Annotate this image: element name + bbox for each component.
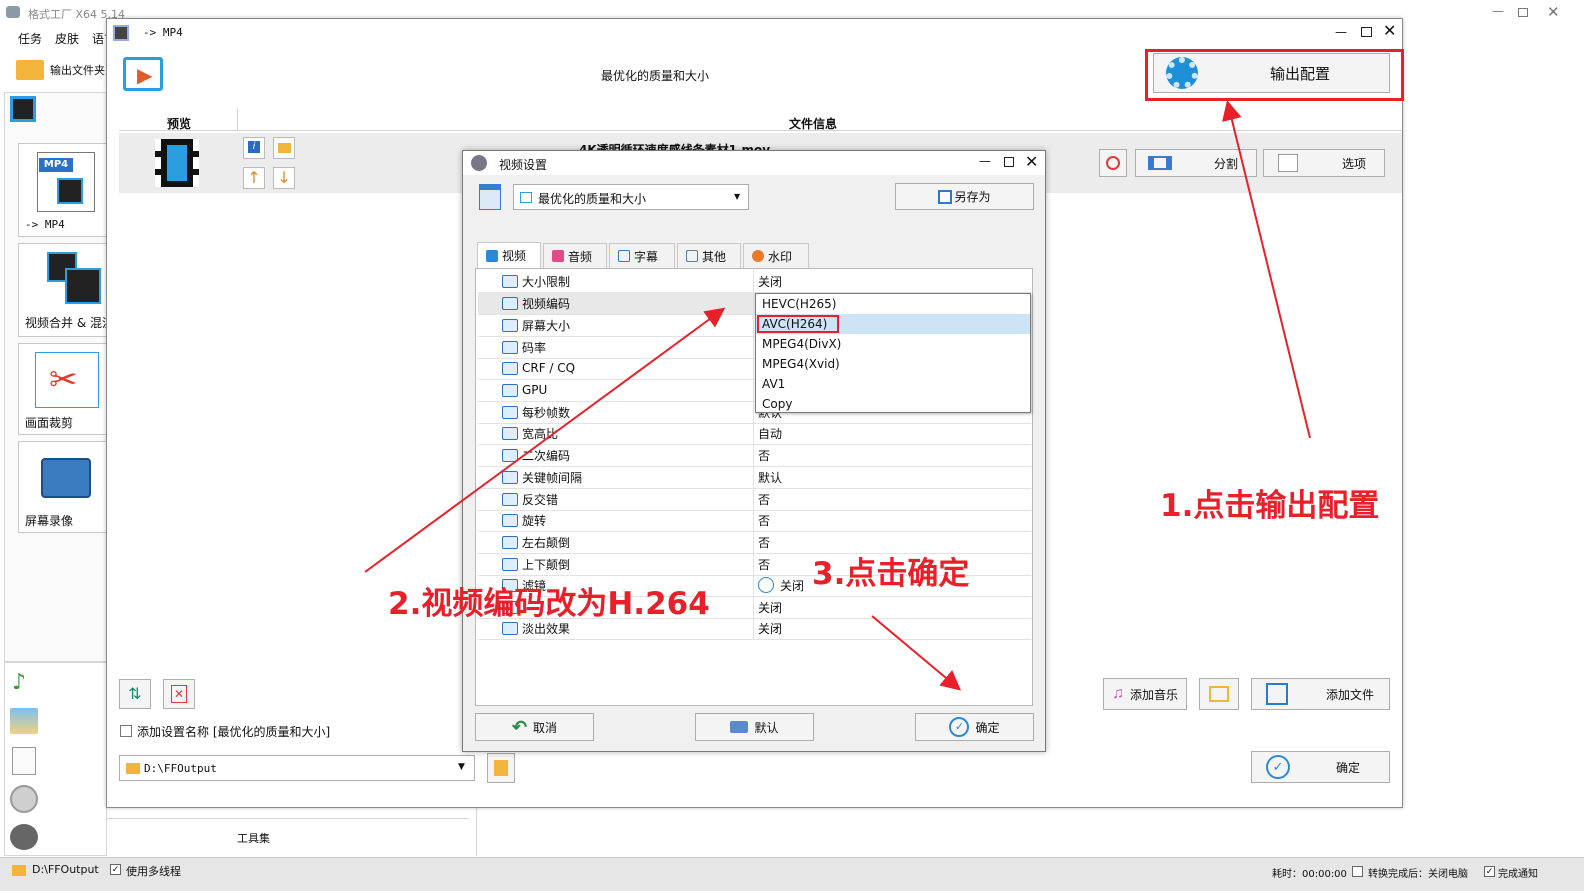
arrow-to-ok-button [871,615,962,691]
annotation-step3: 3.点击确定 [812,556,970,592]
arrow-to-output-config [1222,100,1311,439]
annotation-step2: 2.视频编码改为H.264 [388,586,710,622]
annotation-arrows [364,100,1311,691]
arrow-to-video-codec [364,307,726,573]
annotation-step1: 1.点击输出配置 [1160,488,1380,524]
